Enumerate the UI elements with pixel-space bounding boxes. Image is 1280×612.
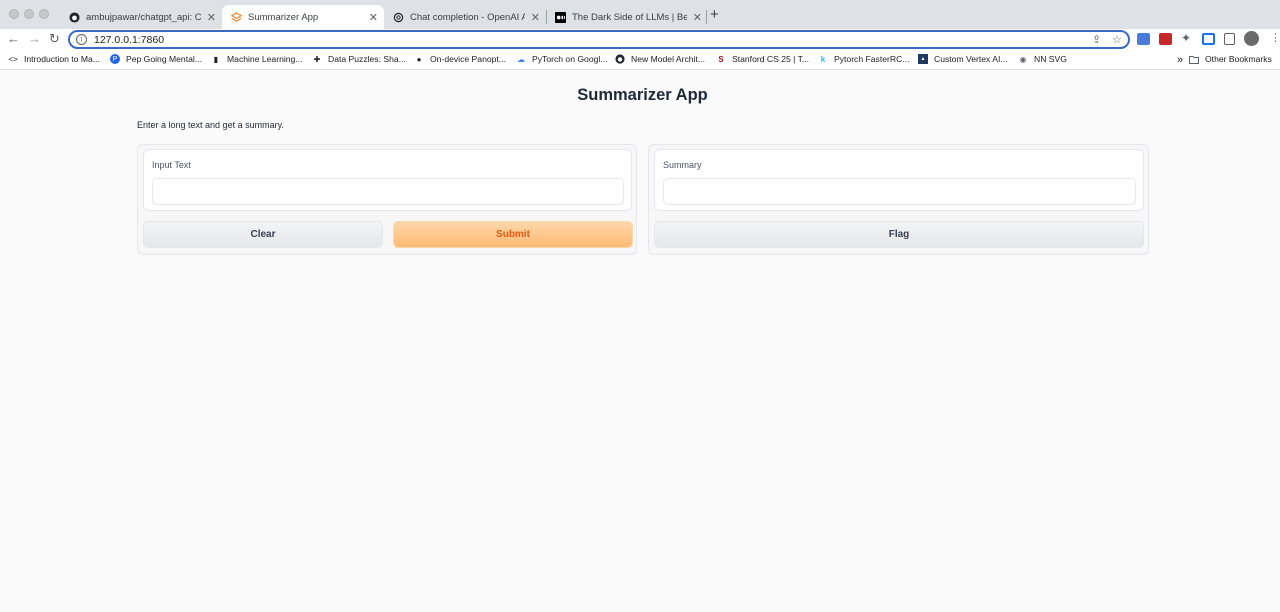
- reload-icon[interactable]: ↻: [49, 31, 60, 47]
- bookmark-label: Introduction to Ma...: [24, 54, 100, 64]
- app-description: Enter a long text and get a summary.: [137, 120, 284, 130]
- bookmark-label: Stanford CS 25 | T...: [732, 54, 810, 64]
- more-bookmarks-chevron[interactable]: »: [1177, 54, 1183, 66]
- close-window-button[interactable]: [9, 9, 19, 19]
- bookmark-item[interactable]: ✚ Data Puzzles: Sha...: [312, 54, 406, 64]
- puzzle-icon: ✚: [313, 54, 321, 64]
- p-icon: P: [110, 54, 120, 64]
- flag-button[interactable]: Flag: [654, 221, 1144, 248]
- bookmark-item[interactable]: ◉ NN SVG: [1018, 54, 1067, 64]
- bookmark-label: Data Puzzles: Sha...: [328, 54, 406, 64]
- maximize-window-button[interactable]: [39, 9, 49, 19]
- bookmark-item[interactable]: k Pytorch FasterRC...: [818, 54, 910, 64]
- cast-extension-icon[interactable]: [1202, 33, 1215, 45]
- tab-title: Summarizer App: [248, 11, 319, 23]
- close-tab-icon[interactable]: ✕: [693, 11, 702, 24]
- address-bar[interactable]: i 127.0.0.1:7860 ⇪ ☆: [68, 30, 1130, 49]
- menu-icon[interactable]: ⋮: [1270, 31, 1280, 44]
- bookmark-item[interactable]: ● On-device Panopt...: [414, 54, 506, 64]
- tab-title: The Dark Side of LLMs | Better: [572, 11, 687, 23]
- summary-label: Summary: [663, 160, 702, 170]
- bookmark-label: Pytorch FasterRC...: [834, 54, 910, 64]
- k-icon: k: [820, 54, 826, 64]
- tab-strip: ambujpawar/chatgpt_api: Code ✕ Summarize…: [0, 0, 1280, 29]
- bookmark-item[interactable]: P Pep Going Mental...: [110, 54, 202, 64]
- share-icon[interactable]: ⇪: [1092, 33, 1101, 46]
- medium-icon: [554, 11, 566, 23]
- bookmark-icon: ▮: [213, 54, 219, 64]
- input-textarea[interactable]: [152, 178, 624, 205]
- side-panel-icon[interactable]: [1224, 33, 1235, 45]
- tab-summarizer-app[interactable]: Summarizer App ✕: [222, 5, 384, 29]
- globe-icon: ◉: [1019, 54, 1027, 64]
- close-tab-icon[interactable]: ✕: [207, 11, 216, 24]
- input-text-label: Input Text: [152, 160, 191, 170]
- tab-github[interactable]: ambujpawar/chatgpt_api: Code ✕: [60, 5, 222, 29]
- bookmark-item[interactable]: ▮ Machine Learning...: [211, 54, 303, 64]
- gradio-icon: [230, 11, 242, 23]
- new-tab-button[interactable]: +: [710, 6, 719, 23]
- minimize-window-button[interactable]: [24, 9, 34, 19]
- clear-button[interactable]: Clear: [143, 221, 383, 248]
- tab-title: ambujpawar/chatgpt_api: Code: [86, 11, 201, 23]
- extensions-puzzle-icon[interactable]: ✦: [1181, 31, 1191, 45]
- bookmark-item[interactable]: <> Introduction to Ma...: [8, 54, 100, 64]
- forward-arrow-icon[interactable]: →: [28, 31, 41, 46]
- bookmark-label: NN SVG: [1034, 54, 1067, 64]
- apple-icon: ●: [416, 54, 422, 64]
- cloud-icon: ☁: [517, 54, 525, 64]
- back-arrow-icon[interactable]: ←: [7, 31, 20, 46]
- profile-avatar[interactable]: [1244, 31, 1259, 46]
- bookmark-label: Custom Vertex AI...: [934, 54, 1008, 64]
- summary-textarea[interactable]: [663, 178, 1136, 205]
- output-panel: Summary Flag: [648, 144, 1149, 255]
- browser-toolbar: ← → ↻ i 127.0.0.1:7860 ⇪ ☆ ✦ ⋮: [0, 29, 1280, 50]
- tab-openai[interactable]: Chat completion - OpenAI API ✕: [384, 5, 546, 29]
- url-text: 127.0.0.1:7860: [94, 33, 165, 46]
- vertex-icon: ▲: [918, 54, 928, 64]
- folder-icon: [1189, 54, 1199, 64]
- input-text-block: Input Text: [143, 149, 632, 211]
- bookmarks-bar: <> Introduction to Ma... P Pep Going Menta…: [0, 50, 1280, 70]
- github-icon: [615, 54, 625, 64]
- close-tab-icon[interactable]: ✕: [531, 11, 540, 24]
- bookmark-label: New Model Archit...: [631, 54, 706, 64]
- submit-button[interactable]: Submit: [393, 221, 633, 248]
- bookmark-item[interactable]: New Model Archit...: [615, 54, 705, 64]
- bookmark-label: Pep Going Mental...: [126, 54, 202, 64]
- bookmark-label: Machine Learning...: [227, 54, 303, 64]
- translate-extension-icon[interactable]: [1137, 33, 1150, 45]
- other-bookmarks-label: Other Bookmarks: [1205, 54, 1272, 64]
- bookmark-item[interactable]: ▲ Custom Vertex AI...: [918, 54, 1008, 64]
- bookmark-item[interactable]: S Stanford CS 25 | T...: [716, 54, 809, 64]
- site-info-icon[interactable]: i: [76, 34, 87, 45]
- input-panel: Input Text Clear Submit: [137, 144, 637, 255]
- bookmark-item[interactable]: ☁ PyTorch on Googl...: [516, 54, 607, 64]
- other-bookmarks[interactable]: Other Bookmarks: [1189, 54, 1280, 64]
- bookmark-label: On-device Panopt...: [430, 54, 506, 64]
- github-icon: [68, 11, 80, 23]
- bookmark-star-icon[interactable]: ☆: [1112, 33, 1122, 46]
- red-extension-icon[interactable]: [1159, 33, 1172, 45]
- code-icon: <>: [8, 54, 18, 64]
- close-tab-icon[interactable]: ✕: [369, 11, 378, 24]
- summary-block: Summary: [654, 149, 1144, 211]
- stanford-icon: S: [718, 54, 724, 64]
- openai-icon: [392, 11, 404, 23]
- tab-title: Chat completion - OpenAI API: [410, 11, 525, 23]
- app-title: Summarizer App: [577, 86, 708, 104]
- bookmark-label: PyTorch on Googl...: [532, 54, 608, 64]
- tab-medium[interactable]: The Dark Side of LLMs | Better ✕: [546, 5, 708, 29]
